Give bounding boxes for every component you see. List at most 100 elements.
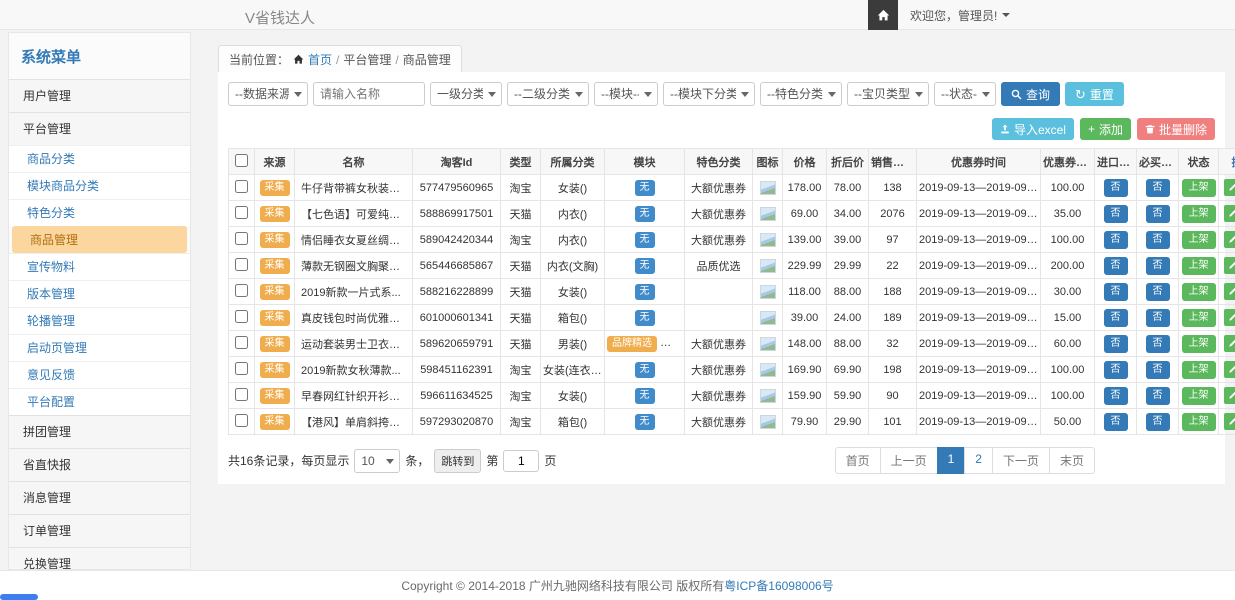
must-buy-toggle[interactable]: 否 (1146, 231, 1170, 249)
sidebar-item[interactable]: 用户管理 (9, 79, 190, 112)
user-menu[interactable]: 欢迎您，管理员! (898, 7, 1022, 24)
feature-category-select[interactable]: --特色分类-- (760, 82, 842, 106)
import-select-toggle[interactable]: 否 (1104, 205, 1128, 223)
sidebar-item[interactable]: 商品管理 (12, 226, 187, 253)
must-buy-toggle[interactable]: 否 (1146, 413, 1170, 431)
sidebar-item[interactable]: 轮播管理 (9, 307, 190, 334)
sidebar-item[interactable]: 商品分类 (9, 145, 190, 172)
must-buy-toggle[interactable]: 否 (1146, 205, 1170, 223)
import-excel-button[interactable]: 导入excel (992, 118, 1074, 140)
price-cell: 79.90 (783, 409, 827, 435)
sidebar-item[interactable]: 版本管理 (9, 280, 190, 307)
select-all-checkbox[interactable] (235, 154, 248, 167)
status-button[interactable]: 上架 (1182, 283, 1216, 301)
import-select-toggle[interactable]: 否 (1104, 257, 1128, 275)
edit-button[interactable] (1224, 309, 1235, 326)
row-checkbox[interactable] (235, 232, 248, 245)
pager-nav-button[interactable]: 上一页 (880, 447, 938, 474)
import-select-toggle[interactable]: 否 (1104, 361, 1128, 379)
reset-button[interactable]: ↻ 重置 (1065, 82, 1124, 106)
status-button[interactable]: 上架 (1182, 205, 1216, 223)
item-type-select[interactable]: --宝贝类型-- (847, 82, 929, 106)
edit-button[interactable] (1224, 231, 1235, 248)
status-button[interactable]: 上架 (1182, 413, 1216, 431)
column-header: 优惠券金额 (1041, 149, 1095, 175)
must-buy-toggle[interactable]: 否 (1146, 283, 1170, 301)
level2-category-select[interactable]: --二级分类-- (507, 82, 589, 106)
edit-button[interactable] (1224, 335, 1235, 352)
pager-nav-button[interactable]: 首页 (835, 447, 881, 474)
name-search-input[interactable] (313, 82, 425, 106)
search-button[interactable]: 查询 (1001, 82, 1060, 106)
import-select-toggle[interactable]: 否 (1104, 413, 1128, 431)
row-checkbox[interactable] (235, 388, 248, 401)
pager-nav-button[interactable]: 下一页 (992, 447, 1050, 474)
import-select-toggle[interactable]: 否 (1104, 309, 1128, 327)
edit-button[interactable] (1224, 257, 1235, 274)
edit-button[interactable] (1224, 413, 1235, 430)
edit-button[interactable] (1224, 205, 1235, 222)
status-button[interactable]: 上架 (1182, 231, 1216, 249)
module-badge: 无 (635, 284, 655, 300)
must-buy-toggle[interactable]: 否 (1146, 257, 1170, 275)
jump-button[interactable]: 跳转到 (434, 449, 481, 473)
sidebar-item[interactable]: 宣传物料 (9, 253, 190, 280)
row-checkbox[interactable] (235, 258, 248, 271)
status-button[interactable]: 上架 (1182, 257, 1216, 275)
edit-button[interactable] (1224, 361, 1235, 378)
must-buy-toggle[interactable]: 否 (1146, 309, 1170, 327)
edit-button[interactable] (1224, 179, 1235, 196)
status-button[interactable]: 上架 (1182, 179, 1216, 197)
breadcrumb-home-link[interactable]: 首页 (308, 51, 332, 68)
batch-delete-button[interactable]: 批量删除 (1137, 118, 1215, 140)
level1-category-select[interactable]: 一级分类 (430, 82, 502, 106)
row-checkbox[interactable] (235, 180, 248, 193)
import-select-toggle[interactable]: 否 (1104, 283, 1128, 301)
edit-button[interactable] (1224, 283, 1235, 300)
module-select[interactable]: --模块-- (594, 82, 658, 106)
pager-nav-button[interactable]: 末页 (1049, 447, 1095, 474)
horizontal-scrollbar-thumb[interactable] (0, 594, 38, 600)
must-buy-toggle[interactable]: 否 (1146, 335, 1170, 353)
sidebar-item[interactable]: 意见反馈 (9, 361, 190, 388)
import-select-toggle[interactable]: 否 (1104, 335, 1128, 353)
pager-page-button[interactable]: 1 (937, 447, 966, 474)
status-button[interactable]: 上架 (1182, 361, 1216, 379)
row-checkbox[interactable] (235, 284, 248, 297)
row-checkbox[interactable] (235, 362, 248, 375)
data-source-select[interactable]: --数据来源-- (228, 82, 308, 106)
import-select-toggle[interactable]: 否 (1104, 387, 1128, 405)
status-select[interactable]: --状态-- (934, 82, 996, 106)
must-buy-toggle[interactable]: 否 (1146, 387, 1170, 405)
page-size-select[interactable]: 10 (354, 449, 400, 473)
sidebar-item[interactable]: 启动页管理 (9, 334, 190, 361)
sidebar-item[interactable]: 特色分类 (9, 199, 190, 226)
must-buy-toggle[interactable]: 否 (1146, 179, 1170, 197)
import-select-toggle[interactable]: 否 (1104, 179, 1128, 197)
sidebar-item[interactable]: 省直快报 (9, 448, 190, 481)
add-button[interactable]: + 添加 (1080, 118, 1131, 140)
status-button[interactable]: 上架 (1182, 309, 1216, 327)
module-sub-category-select[interactable]: --模块下分类-- (663, 82, 755, 106)
import-select-toggle[interactable]: 否 (1104, 231, 1128, 249)
home-button[interactable] (868, 0, 898, 30)
must-buy-toggle[interactable]: 否 (1146, 361, 1170, 379)
sidebar-item[interactable]: 平台管理 (9, 112, 190, 145)
row-checkbox[interactable] (235, 336, 248, 349)
pager-page-button[interactable]: 2 (964, 447, 993, 474)
type-cell: 淘宝 (501, 175, 541, 201)
sidebar-item[interactable]: 拼团管理 (9, 415, 190, 448)
sidebar-item[interactable]: 平台配置 (9, 388, 190, 415)
status-button[interactable]: 上架 (1182, 335, 1216, 353)
row-checkbox[interactable] (235, 310, 248, 323)
jump-page-input[interactable] (503, 450, 539, 472)
sidebar-item[interactable]: 兑换管理 (9, 547, 190, 570)
sidebar-item[interactable]: 消息管理 (9, 481, 190, 514)
row-checkbox[interactable] (235, 414, 248, 427)
row-checkbox[interactable] (235, 206, 248, 219)
sidebar-item[interactable]: 模块商品分类 (9, 172, 190, 199)
sidebar-item[interactable]: 订单管理 (9, 514, 190, 547)
edit-button[interactable] (1224, 387, 1235, 404)
icp-link[interactable]: 粤ICP备16098006号 (724, 577, 833, 594)
status-button[interactable]: 上架 (1182, 387, 1216, 405)
